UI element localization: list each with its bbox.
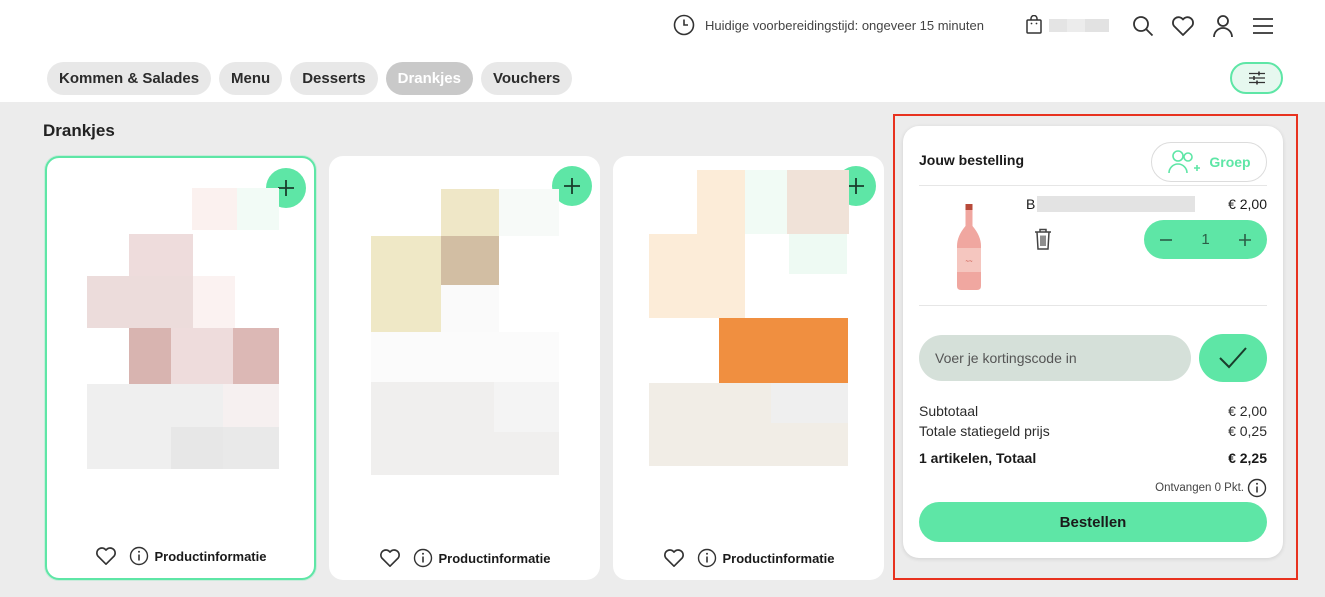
divider — [919, 185, 1267, 186]
order-panel: Jouw bestelling Groep ~~ B € 2,00 1 Voer… — [903, 126, 1283, 558]
deposit-label: Totale statiegeld prijs — [919, 423, 1050, 439]
cart-amount-redacted — [1049, 19, 1109, 32]
product-info-link[interactable]: Productinformatie — [413, 548, 551, 568]
svg-text:~~: ~~ — [965, 259, 973, 265]
info-icon[interactable] — [1247, 478, 1267, 498]
total-label: 1 artikelen, Totaal — [919, 450, 1037, 466]
subtotal-label: Subtotaal — [919, 403, 979, 419]
total-value: € 2,25 — [1228, 450, 1267, 466]
search-icon[interactable] — [1130, 13, 1156, 39]
place-order-button[interactable]: Bestellen — [919, 502, 1267, 542]
cart-item-price: € 2,00 — [1228, 196, 1267, 212]
decrease-quantity-button[interactable] — [1154, 228, 1178, 252]
product-info-label: Productinformatie — [438, 550, 551, 566]
product-info-link[interactable]: Productinformatie — [697, 548, 835, 568]
increase-quantity-button[interactable] — [1233, 228, 1257, 252]
bottle-image: ~~ — [957, 204, 981, 290]
trash-icon[interactable] — [1033, 228, 1053, 250]
deposit-row: Totale statiegeld prijs € 0,25 — [919, 423, 1267, 439]
tab-kommen-salades[interactable]: Kommen & Salades — [47, 62, 212, 95]
product-info-link[interactable]: Productinformatie — [129, 546, 267, 566]
tab-menu[interactable]: Menu — [219, 62, 283, 95]
apply-discount-button[interactable] — [1199, 334, 1267, 382]
group-order-label: Groep — [1209, 154, 1251, 170]
deposit-value: € 0,25 — [1228, 423, 1267, 439]
product-card-footer: Productinformatie — [329, 548, 600, 568]
sliders-icon — [1248, 71, 1265, 85]
product-card[interactable]: Productinformatie — [329, 156, 600, 580]
minus-icon — [1160, 238, 1172, 241]
total-row: 1 artikelen, Totaal € 2,25 — [919, 450, 1267, 466]
plus-icon — [1239, 233, 1251, 246]
subtotal-value: € 2,00 — [1228, 403, 1267, 419]
favorite-heart-icon[interactable] — [379, 548, 401, 568]
checkmark-icon — [1219, 347, 1247, 369]
add-group-icon — [1168, 150, 1201, 174]
plus-icon — [564, 178, 580, 194]
clock-icon — [673, 14, 695, 36]
plus-icon — [278, 180, 294, 196]
cart-item-name: B — [1026, 196, 1196, 212]
user-icon[interactable] — [1210, 13, 1236, 39]
tab-desserts[interactable]: Desserts — [290, 62, 378, 95]
tab-drankjes[interactable]: Drankjes — [385, 62, 473, 95]
order-title: Jouw bestelling — [919, 152, 1025, 168]
category-tabs: Kommen & Salades Menu Desserts Drankjes … — [47, 62, 573, 95]
prep-time-text: Huidige voorbereidingstijd: ongeveer 15 … — [705, 17, 984, 33]
quantity-value: 1 — [1201, 231, 1210, 248]
product-info-label: Productinformatie — [154, 548, 267, 564]
filter-button[interactable] — [1230, 62, 1283, 94]
heart-icon[interactable] — [1170, 13, 1196, 39]
plus-icon — [848, 178, 864, 194]
shopping-bag-icon[interactable] — [1025, 15, 1043, 35]
info-icon — [129, 546, 148, 566]
top-bar: Huidige voorbereidingstijd: ongeveer 15 … — [0, 0, 1325, 52]
tab-vouchers[interactable]: Vouchers — [480, 62, 573, 95]
info-icon — [697, 548, 716, 568]
favorite-heart-icon[interactable] — [663, 548, 685, 568]
subtotal-row: Subtotaal € 2,00 — [919, 403, 1267, 419]
loyalty-points: Ontvangen 0 Pkt. — [1155, 478, 1267, 498]
menu-icon[interactable] — [1250, 13, 1276, 39]
discount-code-input[interactable] — [919, 335, 1191, 381]
points-text: Ontvangen 0 Pkt. — [1155, 482, 1244, 494]
cart-item-name-prefix: B — [1026, 196, 1036, 212]
product-info-label: Productinformatie — [722, 550, 835, 566]
product-card-footer: Productinformatie — [613, 548, 884, 568]
product-card[interactable]: Productinformatie — [45, 156, 316, 580]
info-icon — [413, 548, 432, 568]
group-order-button[interactable]: Groep — [1151, 142, 1267, 182]
section-title: Drankjes — [43, 121, 115, 140]
quantity-stepper: 1 — [1144, 220, 1267, 259]
product-card-footer: Productinformatie — [47, 546, 314, 566]
product-card[interactable]: Productinformatie — [613, 156, 884, 580]
divider — [919, 305, 1267, 306]
favorite-heart-icon[interactable] — [95, 546, 117, 566]
prep-time: Huidige voorbereidingstijd: ongeveer 15 … — [673, 14, 984, 36]
redacted-name — [1037, 196, 1196, 212]
